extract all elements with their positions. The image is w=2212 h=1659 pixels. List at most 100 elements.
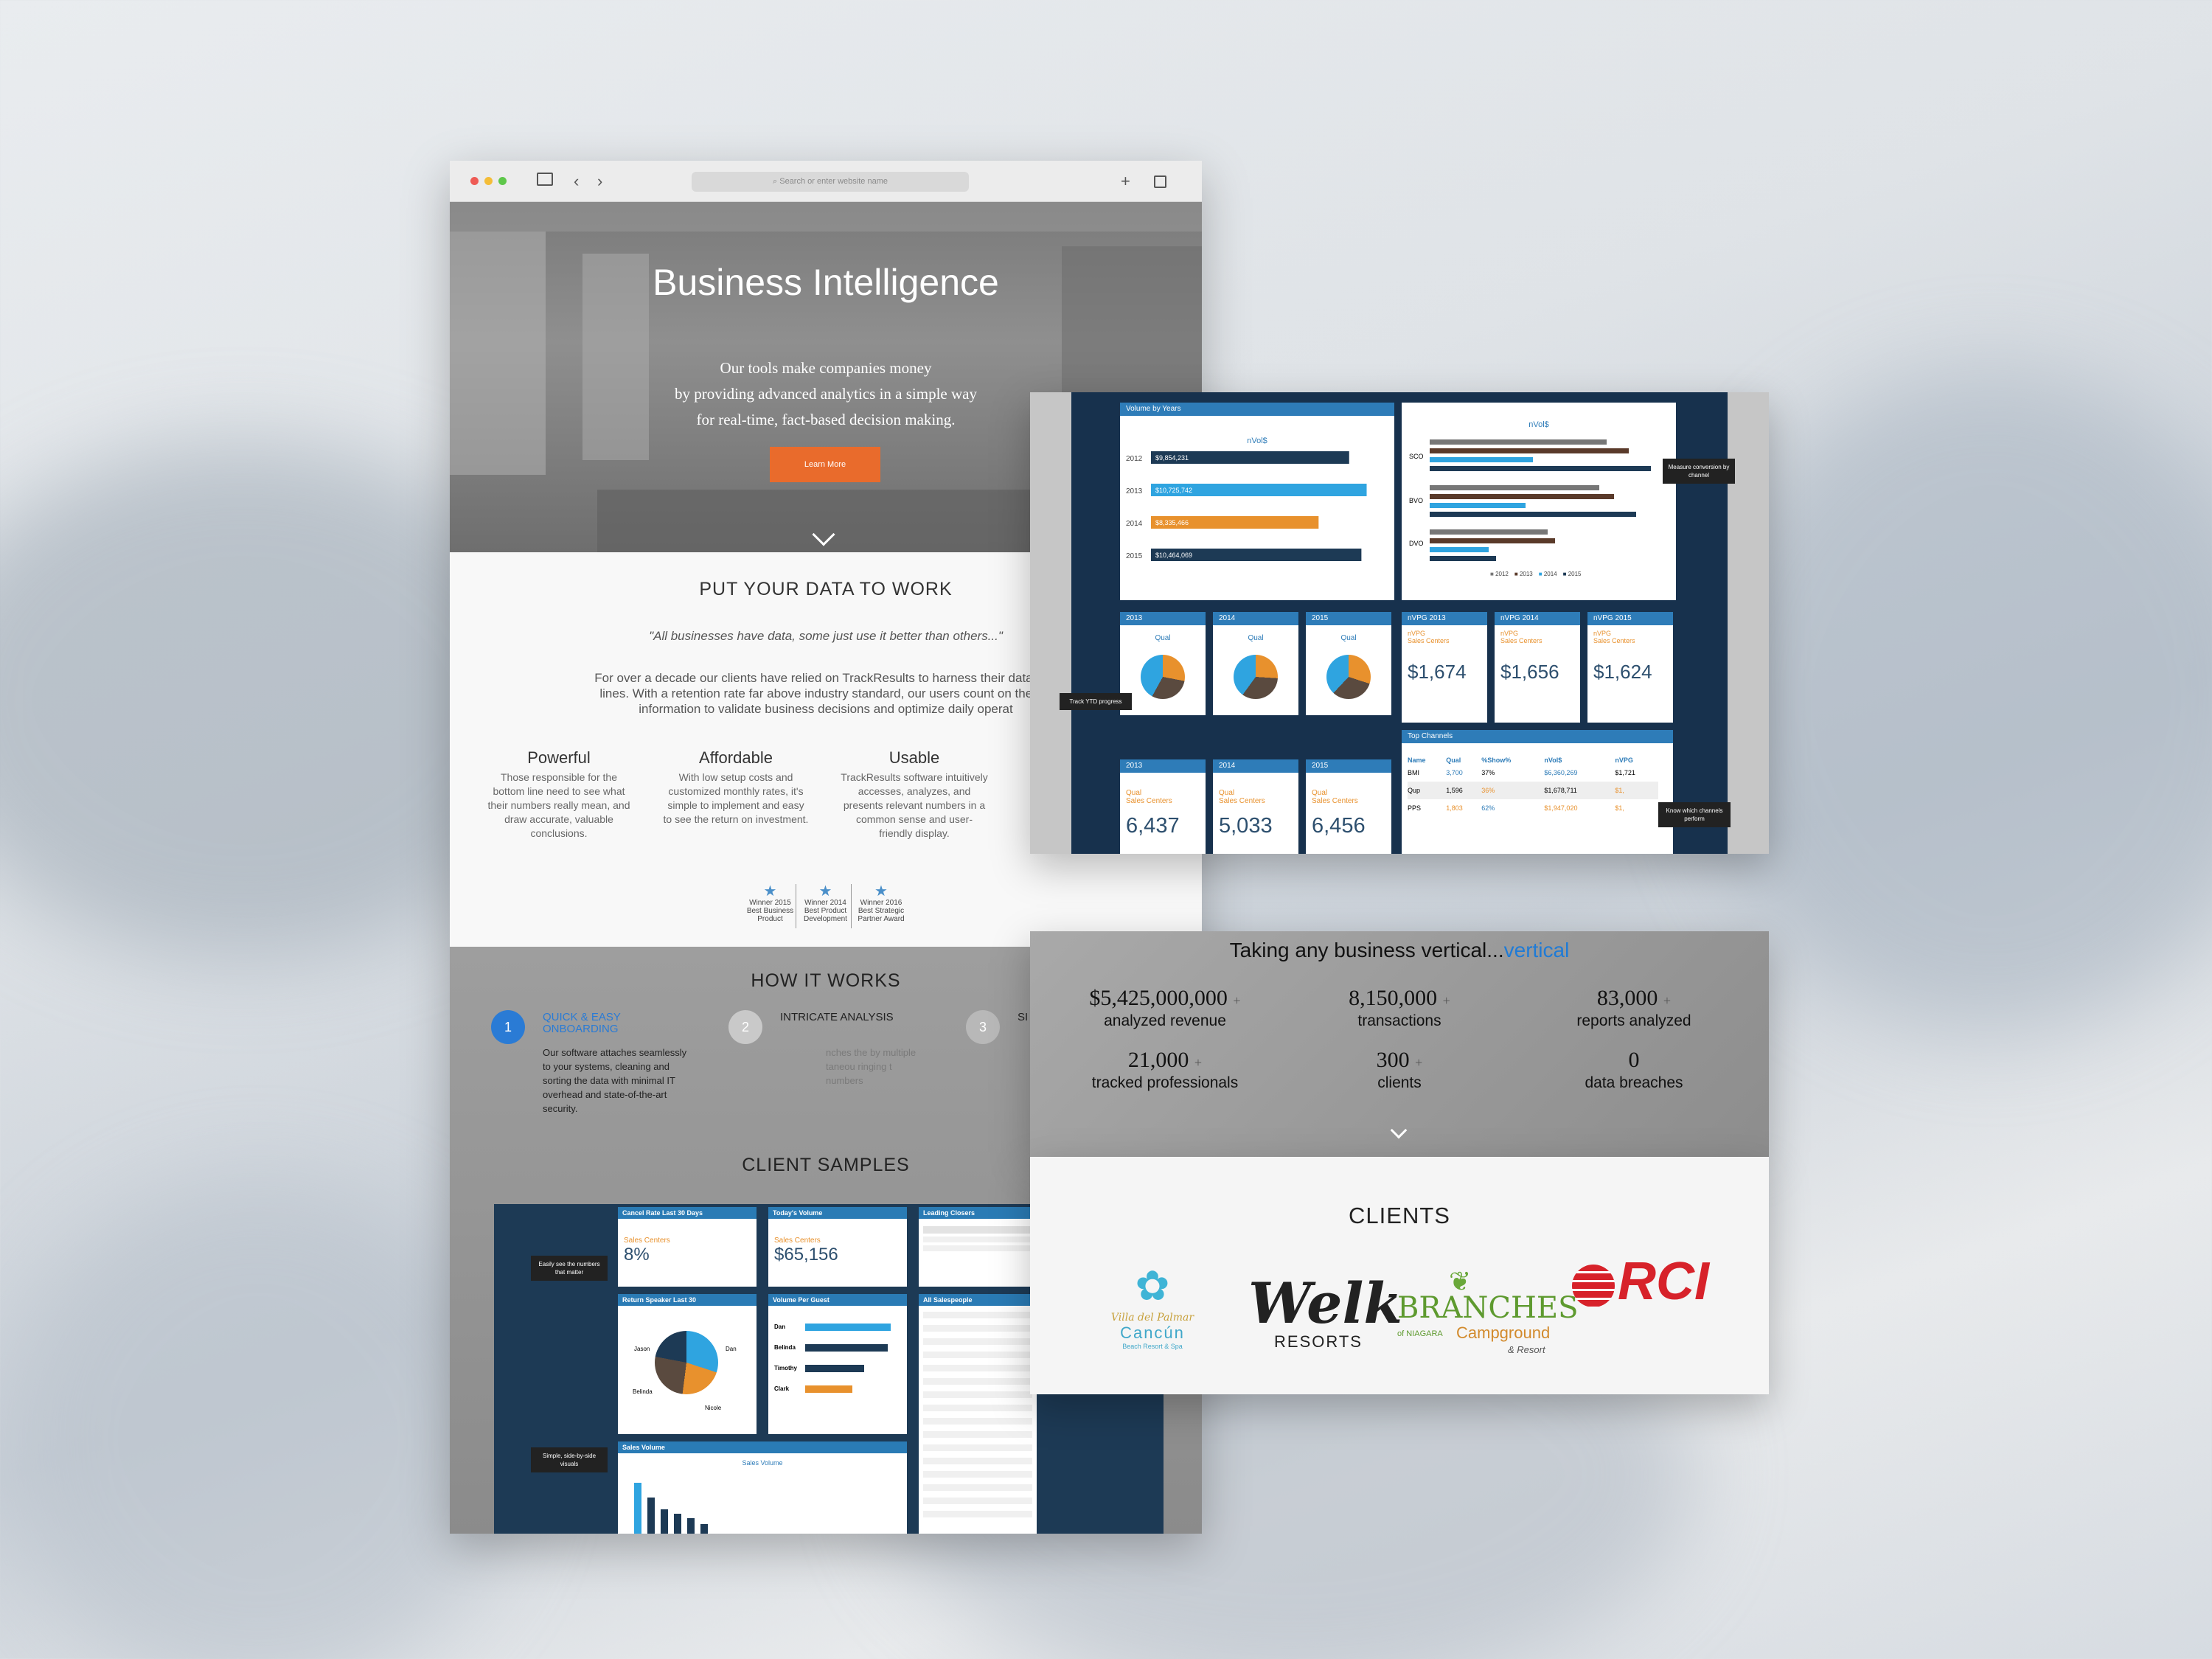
stat-item: 0 data breaches [1523,1048,1745,1092]
learn-more-button[interactable]: Learn More [770,447,880,482]
stat-item: 300 + clients [1289,1048,1510,1092]
card-subtitle: Qual [1312,789,1328,797]
card-header: nVPG 2013 [1402,612,1487,625]
stat-label: transactions [1357,1012,1441,1029]
logo-script: Villa del Palmar [1110,1312,1194,1324]
bar [1430,556,1496,561]
table-cell: 62% [1481,804,1495,812]
stat-number: 0 [1628,1048,1640,1072]
return-speaker-card: Return Speaker Last 30 Dan Jason Nicole … [618,1294,757,1434]
bar [1430,538,1555,543]
card-header: Today's Volume [768,1207,907,1219]
plus-sign: + [1233,993,1241,1008]
table-row: BMI 3,700 37% $6,360,269 $1,721 [1408,764,1658,782]
chevron-down-icon[interactable] [1390,1121,1408,1139]
sales-volume-card: Sales Volume Sales Volume [618,1441,907,1534]
card-subtitle: Sales Centers [1312,797,1358,805]
feature-title: Affordable [699,748,773,767]
stat-item: $5,425,000,000 + analyzed revenue [1054,986,1276,1030]
bar-value-label: $10,464,069 [1155,552,1192,559]
chart-title: Qual [1340,634,1357,642]
table-row [923,1245,1032,1251]
card-header: Volume by Years [1120,403,1394,416]
back-icon[interactable]: ‹ [574,171,579,192]
column-header[interactable]: nVPG [1615,757,1658,764]
chart-title: Sales Volume [742,1459,783,1467]
tooltip: Know which channels perform [1658,802,1731,827]
table-cell: 37% [1481,769,1495,776]
bar-label: Timothy [774,1365,797,1371]
table-cell: $1,721 [1615,769,1635,776]
feature-powerful: Powerful Those responsible for the botto… [485,748,633,841]
hero-ceiling-beam [450,202,1202,232]
card-subtitle: Qual [1219,789,1235,797]
plus-sign: + [1442,993,1450,1008]
logo-name: BRANCHES [1397,1291,1579,1325]
volume-per-guest-card: Volume Per Guest Dan Belinda Timothy Cla… [768,1294,907,1434]
villa-del-palmar-logo: ✿ Villa del Palmar Cancún Beach Resort &… [1101,1260,1204,1385]
chart-title: Qual [1155,634,1171,642]
award-badge: ★ Winner 2014 Best Product Development [800,884,852,928]
bar [1430,512,1636,517]
qual-card-2013: 2013 Qual Sales Centers 6,437 [1120,759,1206,854]
card-header: Top Channels [1402,730,1673,743]
card-header: Leading Closers [919,1207,1037,1219]
qual-pie-card-2013: 2013 Qual [1120,612,1206,715]
welk-resorts-logo: Welk RESORTS [1248,1275,1402,1352]
table-row: Qup 1,596 36% $1,678,711 $1, [1408,782,1658,799]
tooltip: Track YTD progress [1060,693,1132,710]
tabs-overview-icon[interactable] [1154,175,1166,188]
hero-text-line: Our tools make companies money [720,359,932,377]
sidebar-icon[interactable] [537,173,553,186]
logo-subtitle: Beach Resort & Spa [1122,1343,1183,1350]
feature-text: Those responsible for the bottom line ne… [487,771,630,839]
bar [634,1483,641,1534]
feature-affordable: Affordable With low setup costs and cust… [662,748,810,827]
table-cell: $6,360,269 [1544,769,1578,776]
search-icon: ⌕ [773,177,780,186]
bar [1430,494,1614,499]
volume-by-years-card: Volume by Years nVol$ 2012 $9,854,231 2013… [1120,403,1394,600]
url-bar[interactable]: ⌕ Search or enter website name [692,172,969,192]
award-text: Winner 2014 Best Product Development [804,899,847,923]
column-header[interactable]: Name [1408,757,1446,764]
bar [674,1514,681,1534]
stat-number: 83,000 [1596,986,1658,1010]
card-subtitle: nVPG [1500,630,1519,637]
stat-number: 21,000 [1127,1048,1189,1072]
step-text: Our software attaches seamlessly to your… [543,1047,687,1114]
column-header[interactable]: nVol$ [1544,757,1615,764]
maximize-window-button[interactable] [498,177,507,185]
bar [805,1344,888,1352]
new-tab-icon[interactable]: + [1121,171,1130,192]
card-value: 5,033 [1219,814,1273,838]
card-subtitle: Sales Centers [1593,637,1635,644]
top-channels-table: Name Qual %Show% nVol$ nVPG BMI 3,700 37… [1408,757,1658,817]
card-header: 2014 [1213,759,1298,773]
clients-section: CLIENTS ✿ Villa del Palmar Cancún Beach … [1030,1157,1769,1394]
qual-card-2015: 2015 Qual Sales Centers 6,456 [1306,759,1391,854]
column-header[interactable]: %Show% [1481,757,1544,764]
card-value: 8% [624,1245,650,1265]
award-badge: ★ Winner 2015 Best Business Product [745,884,796,928]
column-header[interactable]: Qual [1446,757,1481,764]
stat-item: 8,150,000 + transactions [1289,986,1510,1030]
chart-title: nVol$ [1528,420,1549,429]
minimize-window-button[interactable] [484,177,493,185]
card-subtitle: Sales Centers [1500,637,1543,644]
table-header-row: Name Qual %Show% nVol$ nVPG [1408,757,1658,764]
step-title: INTRICATE ANALYSIS [780,1011,894,1023]
stat-number: $5,425,000,000 [1089,986,1228,1010]
top-channels-card: Top Channels Name Qual %Show% nVol$ nVPG… [1402,730,1673,854]
stat-number: 300 [1376,1048,1410,1072]
close-window-button[interactable] [470,177,479,185]
bar [1430,439,1607,445]
pie-chart [655,1331,718,1394]
table-cell: 1,803 [1446,804,1463,812]
feature-title: Powerful [527,748,591,767]
pie-chart [1234,655,1278,699]
forward-icon[interactable]: › [597,171,602,192]
table-row: PPS 1,803 62% $1,947,020 $1, [1408,799,1658,817]
bar [647,1498,655,1534]
table-cell: BMI [1408,769,1420,776]
